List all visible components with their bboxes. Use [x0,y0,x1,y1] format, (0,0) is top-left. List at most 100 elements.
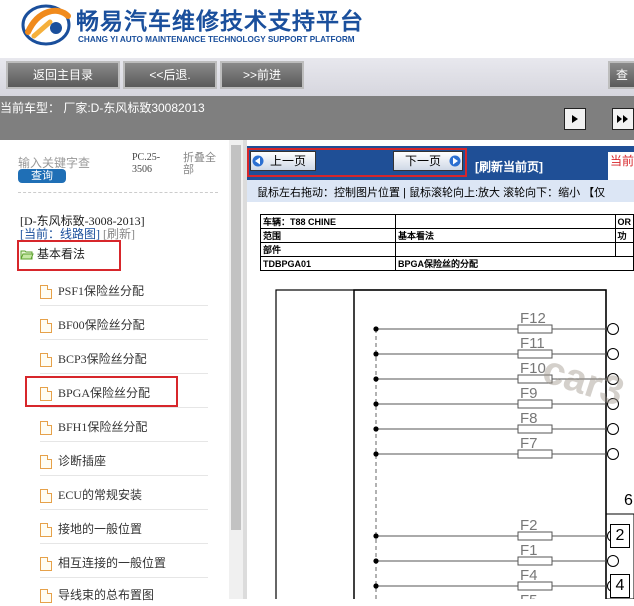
doc-func: 功 [614,228,634,243]
search-toolbar-button[interactable]: 查 [608,61,634,89]
panel-divider [243,140,247,599]
back-button[interactable]: <<后退. [123,61,217,89]
top-node-3 [373,401,379,407]
document-icon [40,557,52,572]
panel-toggle-button[interactable] [564,108,586,130]
forward-button[interactable]: >>前进 [220,61,304,89]
document-icon [40,523,52,538]
hint-bar: 鼠标左右拖动：控制图片位置 | 鼠标滚轮向上:放大 滚轮向下：缩小 【仅 [247,180,634,202]
top-fuse-label-4: F8 [520,410,538,427]
divider [40,543,208,544]
expand-icon [617,115,628,123]
divider [40,577,208,578]
search-input[interactable]: 输入关键字查 [18,154,128,170]
document-icon [40,455,52,470]
tree-item-label: 接地的一般位置 [58,522,143,536]
bottom-fuse-label-2: F4 [520,567,538,584]
bottom-node-2 [373,583,379,589]
tree-refresh-link[interactable]: [刷新] [103,227,135,241]
connector-box-2: 2 [610,524,630,548]
play-icon [572,115,578,123]
tree-item-diag[interactable]: 诊断插座 [40,452,106,472]
refresh-page-link[interactable]: [刷新当前页] [475,158,543,175]
top-fuse-label-1: F11 [520,335,545,352]
home-button[interactable]: 返回主目录 [6,61,120,89]
tree-item-interconnect[interactable]: 相互连接的一般位置 [40,554,166,574]
doc-basic: 基本看法 [395,228,616,243]
tree-current-label: [当前：线路图] [20,227,100,241]
current-car-model: 当前车型： 厂家:D-东风标致30082013 [0,101,205,115]
bottom-fuse-label-3: F5 [520,592,538,599]
divider [40,407,208,408]
brand-title: 畅易汽车维修技术支持平台 [76,9,364,35]
status-bar: 当前车型： 厂家:D-东风标致30082013 [0,96,634,140]
current-indicator-wrap: 当前 [608,152,634,180]
top-terminal-4 [607,423,619,435]
left-panel: 输入关键字查 查询 PC.25-3506 折叠全部 [D-东风标致-3008-2… [0,140,229,604]
highlight-nav [247,148,467,177]
divider [40,305,208,306]
document-icon [40,421,52,436]
tree-item-bf00[interactable]: BF00保险丝分配 [40,316,145,336]
bottom-node-0 [373,533,379,539]
highlight-folder [17,240,121,271]
divider [18,192,218,194]
top-fuse-label-0: F12 [520,310,546,327]
tree-item-bfh1[interactable]: BFH1保险丝分配 [40,418,147,438]
pc-code: PC.25-3506 [132,152,161,175]
brand-subtitle: CHANG YI AUTO MAINTENANCE TECHNOLOGY SUP… [78,35,355,44]
highlight-bpga [25,376,178,407]
bottom-fuse-label-0: F2 [520,517,538,534]
header-banner: 畅易汽车维修技术支持平台 CHANG YI AUTO MAINTENANCE T… [0,0,634,58]
tree-item-bcp3[interactable]: BCP3保险丝分配 [40,350,147,370]
document-icon [40,489,52,504]
top-terminal-0 [607,323,619,335]
tree-item-label: PSF1保险丝分配 [58,284,145,298]
doc-or: OR [614,214,634,229]
top-node-5 [373,451,379,457]
expand-button[interactable] [612,108,634,130]
collapse-all-button[interactable]: 折叠全部 [183,152,223,176]
divider [40,441,208,442]
document-icon [40,353,52,368]
tree-item-psf1[interactable]: PSF1保险丝分配 [40,282,144,302]
fuse-lines: F12F11F10F9F8F7 F2F1F4F5 [373,310,619,599]
bottom-fuse-label-1: F1 [520,542,538,559]
tree-item-label: 导线束的总布置图 [58,588,155,602]
top-fuse-label-5: F7 [520,435,538,452]
toolbar: 返回主目录 <<后退. >>前进 查 [0,58,634,96]
top-terminal-5 [607,448,619,460]
tree-item-label: 诊断插座 [58,454,107,468]
divider [40,509,208,510]
top-fuse-label-3: F9 [520,385,538,402]
top-node-4 [373,426,379,432]
top-node-2 [373,376,379,382]
wiring-diagram-page[interactable]: 车辆：T88 CHINE OR 范围 基本看法 功 部件 TDBPGA01 BP… [260,214,634,599]
tree-item-ground[interactable]: 接地的一般位置 [40,520,142,540]
logo-icon [21,4,71,46]
divider [40,475,208,476]
side-label: 6 [624,492,633,509]
doc-header-table: 车辆：T88 CHINE OR 范围 基本看法 功 部件 TDBPGA01 BP… [260,214,634,271]
divider [40,373,208,374]
current-indicator: 当前 [610,154,634,168]
top-node-0 [373,326,379,332]
tree-item-harness[interactable]: 导线束的总布置图 [40,586,154,606]
top-terminal-1 [607,348,619,360]
divider [40,339,208,340]
connector-box-4: 4 [610,574,630,598]
doc-parts: 部件 [260,242,396,257]
tree-item-ecu[interactable]: ECU的常规安装 [40,486,142,506]
tree-item-label: BFH1保险丝分配 [58,420,148,434]
bottom-node-1 [373,558,379,564]
document-icon [40,285,52,300]
tree-item-label: ECU的常规安装 [58,488,143,502]
tree-item-label: BCP3保险丝分配 [58,352,147,366]
scrollbar-thumb[interactable] [231,145,241,530]
doc-scope: 范围 [260,228,396,243]
document-icon [40,589,52,604]
viewer-hint: 鼠标左右拖动：控制图片位置 | 鼠标滚轮向上:放大 滚轮向下：缩小 【仅 [257,187,606,199]
doc-title: BPGA保险丝的分配 [395,256,634,271]
search-button[interactable]: 查询 [18,169,66,183]
tree-item-label: 相互连接的一般位置 [58,556,167,570]
